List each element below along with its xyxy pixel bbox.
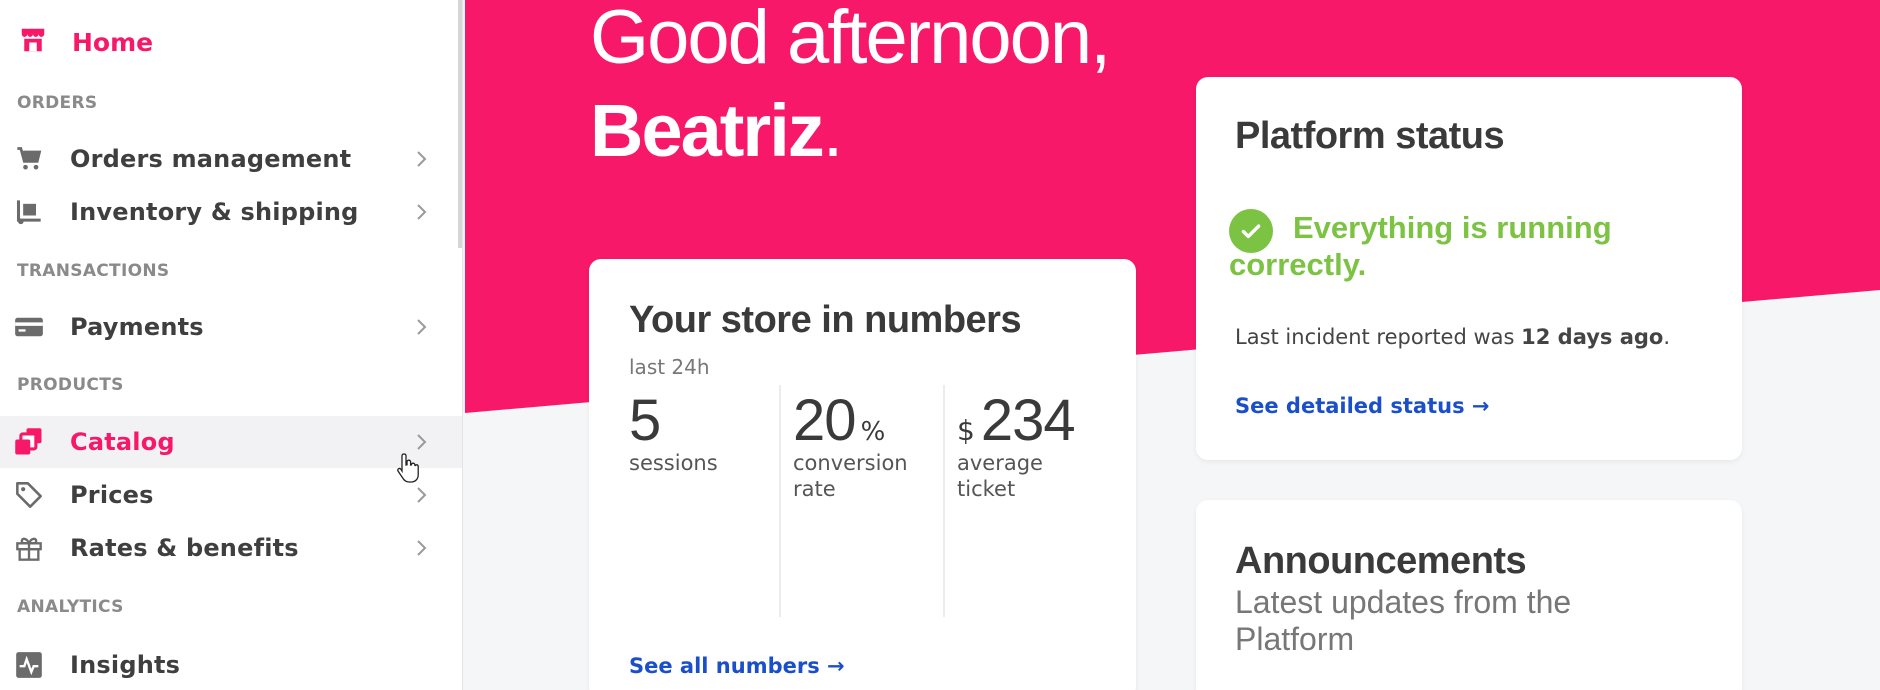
chevron-right-icon bbox=[412, 484, 432, 506]
stat-conversion-rate: 20 % conversion rate bbox=[793, 387, 933, 617]
sidebar-item-label: Insights bbox=[70, 651, 181, 679]
store-numbers-card: Your store in numbers last 24h 5 session… bbox=[589, 259, 1136, 690]
stat-label: sessions bbox=[629, 451, 718, 475]
chart-pulse-icon bbox=[14, 650, 44, 680]
chevron-right-icon bbox=[412, 201, 432, 223]
sidebar-item-label: Home bbox=[72, 27, 154, 57]
chevron-right-icon bbox=[412, 431, 432, 453]
last-incident-text: Last incident reported was 12 days ago. bbox=[1235, 325, 1670, 349]
sidebar-item-payments[interactable]: Payments bbox=[0, 301, 462, 353]
sidebar-item-insights[interactable]: Insights bbox=[0, 639, 462, 690]
sidebar-item-inventory-shipping[interactable]: Inventory & shipping bbox=[0, 186, 462, 238]
incident-age: 12 days ago bbox=[1521, 325, 1664, 349]
user-name-punct: . bbox=[822, 89, 844, 172]
announcements-card: Announcements Latest updates from the Pl… bbox=[1196, 500, 1742, 690]
hand-pointer-icon bbox=[397, 453, 419, 483]
stat-value: 20 bbox=[793, 388, 857, 453]
section-analytics: ANALYTICS bbox=[17, 597, 124, 617]
stat-label: average ticket bbox=[957, 451, 1043, 501]
stat-divider bbox=[779, 385, 781, 617]
sidebar-item-label: Inventory & shipping bbox=[70, 198, 359, 226]
user-name-text: Beatriz bbox=[590, 89, 825, 172]
catalog-icon bbox=[14, 427, 44, 457]
stat-unit: % bbox=[860, 417, 886, 447]
stat-currency: $ bbox=[957, 414, 975, 447]
section-transactions: TRANSACTIONS bbox=[17, 261, 170, 281]
store-numbers-title: Your store in numbers bbox=[629, 299, 1022, 341]
see-detailed-status-link[interactable]: See detailed status → bbox=[1235, 394, 1490, 418]
cart-icon bbox=[14, 144, 44, 174]
sidebar-item-label: Payments bbox=[70, 313, 204, 341]
incident-prefix: Last incident reported was bbox=[1235, 325, 1522, 349]
sidebar-item-home[interactable]: Home bbox=[0, 10, 462, 74]
announcements-subtitle: Latest updates from the Platform bbox=[1235, 584, 1572, 657]
hand-truck-icon bbox=[14, 197, 44, 227]
section-products: PRODUCTS bbox=[17, 375, 124, 395]
chevron-right-icon bbox=[412, 537, 432, 559]
section-orders: ORDERS bbox=[17, 93, 98, 113]
price-tag-icon bbox=[14, 480, 44, 510]
stat-divider bbox=[943, 385, 945, 617]
store-icon bbox=[18, 25, 48, 59]
store-numbers-period: last 24h bbox=[629, 355, 710, 379]
stat-value: 234 bbox=[980, 388, 1076, 453]
sidebar-item-orders-management[interactable]: Orders management bbox=[0, 133, 462, 185]
announcements-title: Announcements bbox=[1235, 540, 1527, 582]
sidebar-item-rates-benefits[interactable]: Rates & benefits bbox=[0, 522, 462, 574]
stat-average-ticket: $234 average ticket bbox=[957, 387, 1107, 617]
greeting-text: Good afternoon, bbox=[590, 0, 1111, 80]
credit-card-icon bbox=[14, 312, 44, 342]
sidebar: Home ORDERS Orders management Inventory … bbox=[0, 0, 463, 690]
user-name: Beatriz. bbox=[590, 88, 844, 173]
chevron-right-icon bbox=[412, 148, 432, 170]
sidebar-item-label: Prices bbox=[70, 481, 154, 509]
stat-sessions: 5 sessions bbox=[629, 387, 789, 617]
status-message-text: Everything is running correctly. bbox=[1229, 210, 1612, 282]
see-all-numbers-link[interactable]: See all numbers → bbox=[629, 654, 845, 678]
platform-status-title: Platform status bbox=[1235, 115, 1505, 157]
check-circle-icon bbox=[1229, 209, 1273, 253]
stat-value: 5 bbox=[629, 388, 661, 453]
platform-status-card: Platform status Everything is running co… bbox=[1196, 77, 1742, 460]
sidebar-item-label: Catalog bbox=[70, 428, 175, 456]
status-message: Everything is running correctly. bbox=[1229, 209, 1689, 283]
sidebar-item-catalog[interactable]: Catalog bbox=[0, 416, 462, 468]
sidebar-item-prices[interactable]: Prices bbox=[0, 469, 462, 521]
sidebar-item-label: Rates & benefits bbox=[70, 534, 299, 562]
incident-suffix: . bbox=[1663, 325, 1671, 349]
chevron-right-icon bbox=[412, 316, 432, 338]
sidebar-item-label: Orders management bbox=[70, 145, 352, 173]
gift-icon bbox=[14, 533, 44, 563]
stat-label: conversion rate bbox=[793, 451, 908, 501]
